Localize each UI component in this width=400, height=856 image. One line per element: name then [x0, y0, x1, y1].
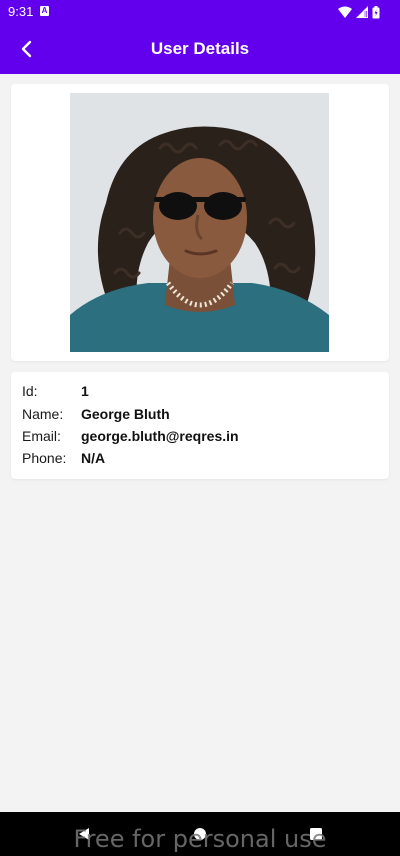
- phone-label: Phone:: [22, 450, 67, 466]
- user-photo: [70, 93, 329, 352]
- email-value: george.bluth@reqres.in: [81, 428, 239, 444]
- nav-back-button[interactable]: [73, 824, 95, 844]
- phone-value: N/A: [81, 450, 106, 466]
- circle-home-icon: [194, 828, 206, 840]
- status-time: 9:31: [8, 4, 34, 19]
- page-title: User Details: [150, 39, 250, 58]
- nav-recents-button[interactable]: [305, 824, 327, 844]
- user-info-card: Id: 1 Name: George Bluth Email: george.b…: [11, 372, 389, 479]
- back-button[interactable]: [6, 29, 46, 69]
- id-value: 1: [81, 383, 89, 399]
- name-value: George Bluth: [81, 406, 170, 422]
- name-label: Name:: [22, 406, 64, 422]
- app-bar: User Details: [0, 24, 400, 74]
- status-bar: 9:31 A: [0, 0, 400, 24]
- status-icons: [338, 4, 380, 20]
- id-label: Id:: [22, 383, 38, 399]
- photo-card: [11, 84, 389, 361]
- nav-bar: Free for personal use: [0, 812, 400, 856]
- email-label: Email:: [22, 428, 61, 444]
- battery-icon: [372, 5, 380, 18]
- chevron-left-icon: [21, 40, 32, 58]
- square-recents-icon: [310, 828, 322, 840]
- triangle-back-icon: [79, 828, 89, 840]
- wifi-icon: [338, 6, 352, 18]
- nav-home-button[interactable]: [189, 824, 211, 844]
- a-box-icon: A: [40, 6, 49, 16]
- signal-icon: [356, 6, 368, 18]
